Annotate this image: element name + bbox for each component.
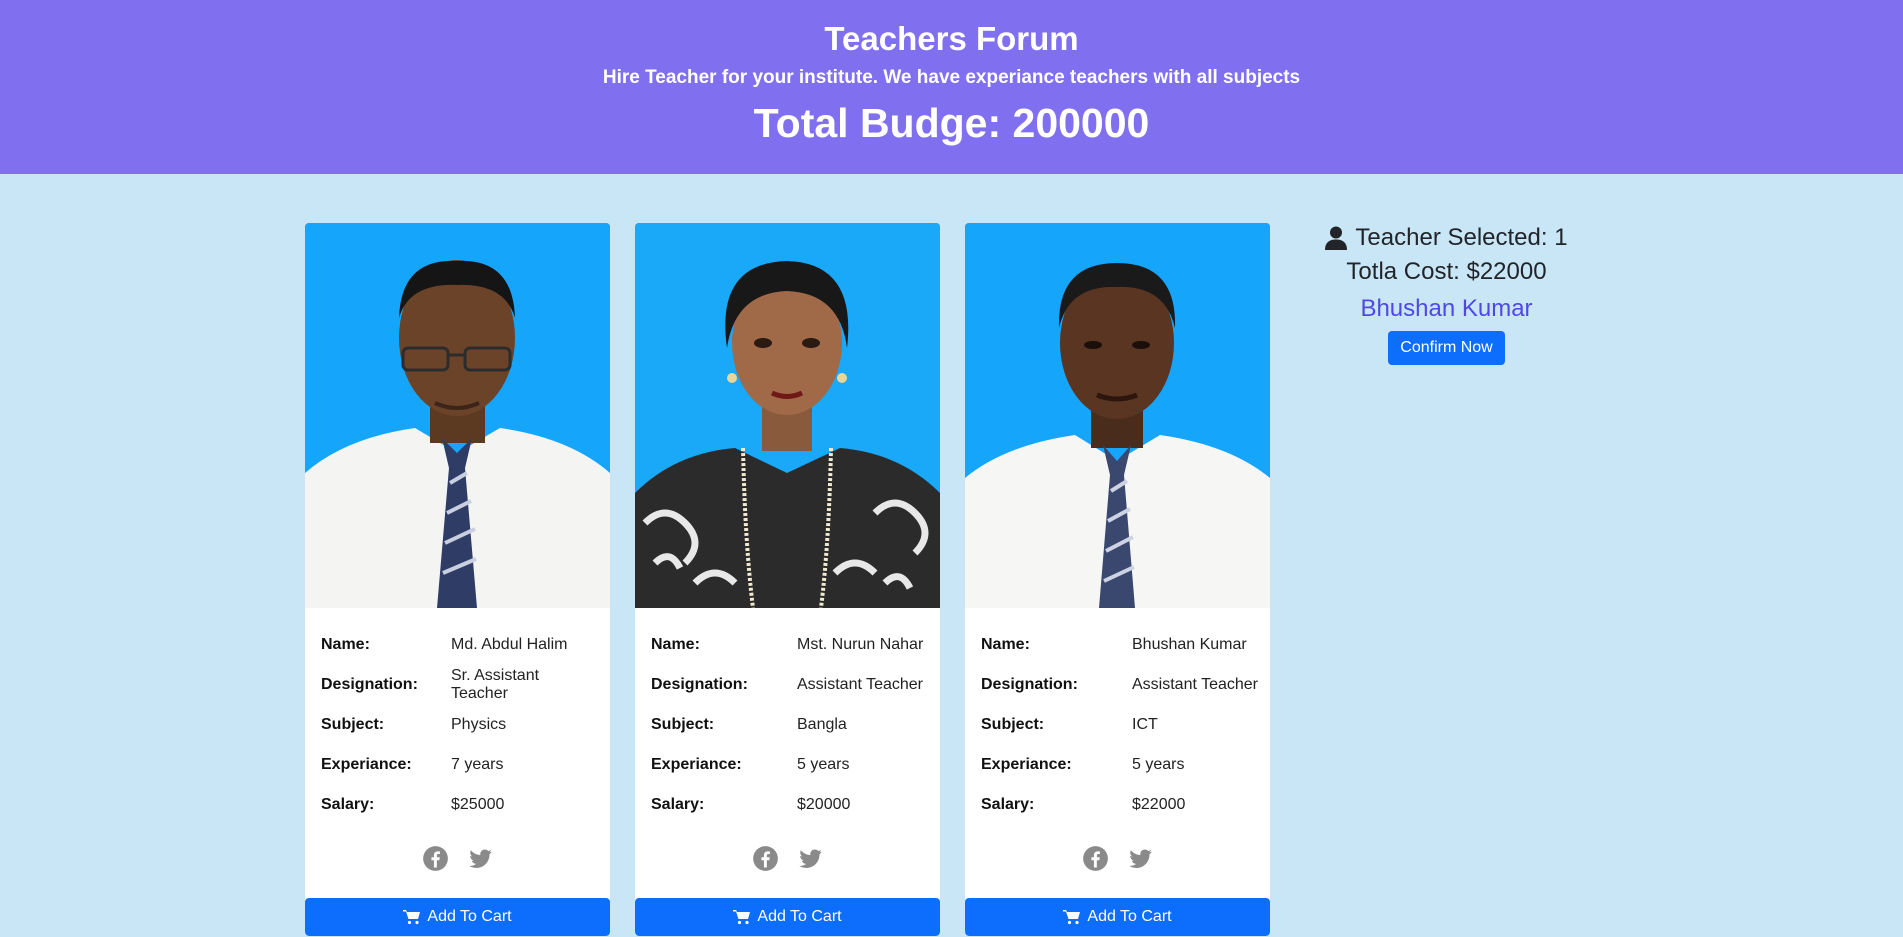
subject-value: Bangla [797, 716, 847, 733]
total-budget: Total Budge: 200000 [753, 100, 1150, 146]
experience-value: 5 years [1132, 756, 1185, 773]
salary-value: $22000 [1132, 796, 1186, 813]
name-value: Bhushan Kumar [1132, 636, 1247, 653]
name-label: Name: [321, 636, 370, 653]
teacher-selected-text: Teacher Selected: 1 [1355, 224, 1568, 251]
experience-value: 5 years [797, 756, 850, 773]
info-row-experience: Experiance: 5 years [981, 745, 1260, 785]
salary-label: Salary: [321, 796, 375, 813]
info-row-experience: Experiance: 7 years [321, 745, 600, 785]
user-icon [1325, 226, 1348, 250]
add-to-cart-label: Add To Cart [427, 908, 512, 925]
teacher-photo [305, 223, 610, 608]
name-label: Name: [651, 636, 700, 653]
twitter-icon[interactable] [797, 845, 824, 872]
info-row-salary: Salary: $20000 [651, 785, 930, 825]
info-row-subject: Subject: ICT [981, 705, 1260, 745]
designation-value: Assistant Teacher [797, 676, 923, 693]
subject-label: Subject: [651, 716, 715, 733]
name-label: Name: [981, 636, 1030, 653]
info-row-salary: Salary: $22000 [981, 785, 1260, 825]
teacher-info: Name: Bhushan Kumar Designation: Assistant… [981, 625, 1260, 825]
twitter-icon[interactable] [467, 845, 494, 872]
info-row-name: Name: Bhushan Kumar [981, 625, 1260, 665]
cart-icon [733, 910, 751, 925]
teacher-info: Name: Mst. Nurun Nahar Designation: Assist… [651, 625, 930, 825]
teacher-info: Name: Md. Abdul Halim Designation: Sr. Ass… [321, 625, 600, 825]
name-value: Md. Abdul Halim [451, 636, 568, 653]
salary-label: Salary: [651, 796, 705, 813]
facebook-icon[interactable] [422, 845, 449, 872]
page-subtitle: Hire Teacher for your institute. We have… [602, 67, 1301, 88]
social-links [635, 845, 940, 872]
page-header: Teachers Forum Hire Teacher for your ins… [0, 0, 1903, 174]
facebook-icon[interactable] [752, 845, 779, 872]
teacher-photo [965, 223, 1270, 608]
add-to-cart-label: Add To Cart [757, 908, 842, 925]
experience-value: 7 years [451, 756, 504, 773]
designation-label: Designation: [651, 676, 748, 693]
cart-icon [403, 910, 421, 925]
info-row-experience: Experiance: 5 years [651, 745, 930, 785]
info-row-salary: Salary: $25000 [321, 785, 600, 825]
social-links [965, 845, 1270, 872]
subject-label: Subject: [981, 716, 1045, 733]
salary-value: $20000 [797, 796, 851, 813]
info-row-designation: Designation: Assistant Teacher [981, 665, 1260, 705]
confirm-now-button[interactable]: Confirm Now [1388, 331, 1505, 365]
info-row-subject: Subject: Physics [321, 705, 600, 745]
designation-value: Sr. Assistant Teacher [451, 667, 540, 702]
name-value: Mst. Nurun Nahar [797, 636, 924, 653]
designation-value: Assistant Teacher [1132, 676, 1258, 693]
info-row-name: Name: Mst. Nurun Nahar [651, 625, 930, 665]
teacher-selected-count: Teacher Selected: 1 [1300, 222, 1593, 254]
add-to-cart-button[interactable]: Add To Cart [965, 898, 1270, 936]
experience-label: Experiance: [321, 756, 412, 773]
add-to-cart-label: Add To Cart [1087, 908, 1172, 925]
selected-teacher-name: Bhushan Kumar [1360, 295, 1533, 322]
total-cost: Totla Cost: $22000 [1346, 258, 1547, 285]
selection-summary: Teacher Selected: 1 Totla Cost: $22000 B… [1300, 222, 1593, 365]
teacher-card: Name: Mst. Nurun Nahar Designation: Assist… [635, 223, 940, 936]
info-row-name: Name: Md. Abdul Halim [321, 625, 600, 665]
info-row-designation: Designation: Assistant Teacher [651, 665, 930, 705]
subject-value: ICT [1132, 716, 1158, 733]
subject-value: Physics [451, 716, 507, 733]
info-row-subject: Subject: Bangla [651, 705, 930, 745]
salary-value: $25000 [451, 796, 505, 813]
info-row-designation: Designation: Sr. Assistant Teacher [321, 665, 600, 705]
page-title: Teachers Forum [824, 20, 1079, 57]
designation-label: Designation: [981, 676, 1078, 693]
subject-label: Subject: [321, 716, 385, 733]
salary-label: Salary: [981, 796, 1035, 813]
add-to-cart-button[interactable]: Add To Cart [305, 898, 610, 936]
facebook-icon[interactable] [1082, 845, 1109, 872]
teacher-card: Name: Md. Abdul Halim Designation: Sr. Ass… [305, 223, 610, 936]
experience-label: Experiance: [651, 756, 742, 773]
social-links [305, 845, 610, 872]
teacher-photo [635, 223, 940, 608]
cart-icon [1063, 910, 1081, 925]
twitter-icon[interactable] [1127, 845, 1154, 872]
teacher-card: Name: Bhushan Kumar Designation: Assistant… [965, 223, 1270, 936]
add-to-cart-button[interactable]: Add To Cart [635, 898, 940, 936]
experience-label: Experiance: [981, 756, 1072, 773]
designation-label: Designation: [321, 676, 418, 693]
